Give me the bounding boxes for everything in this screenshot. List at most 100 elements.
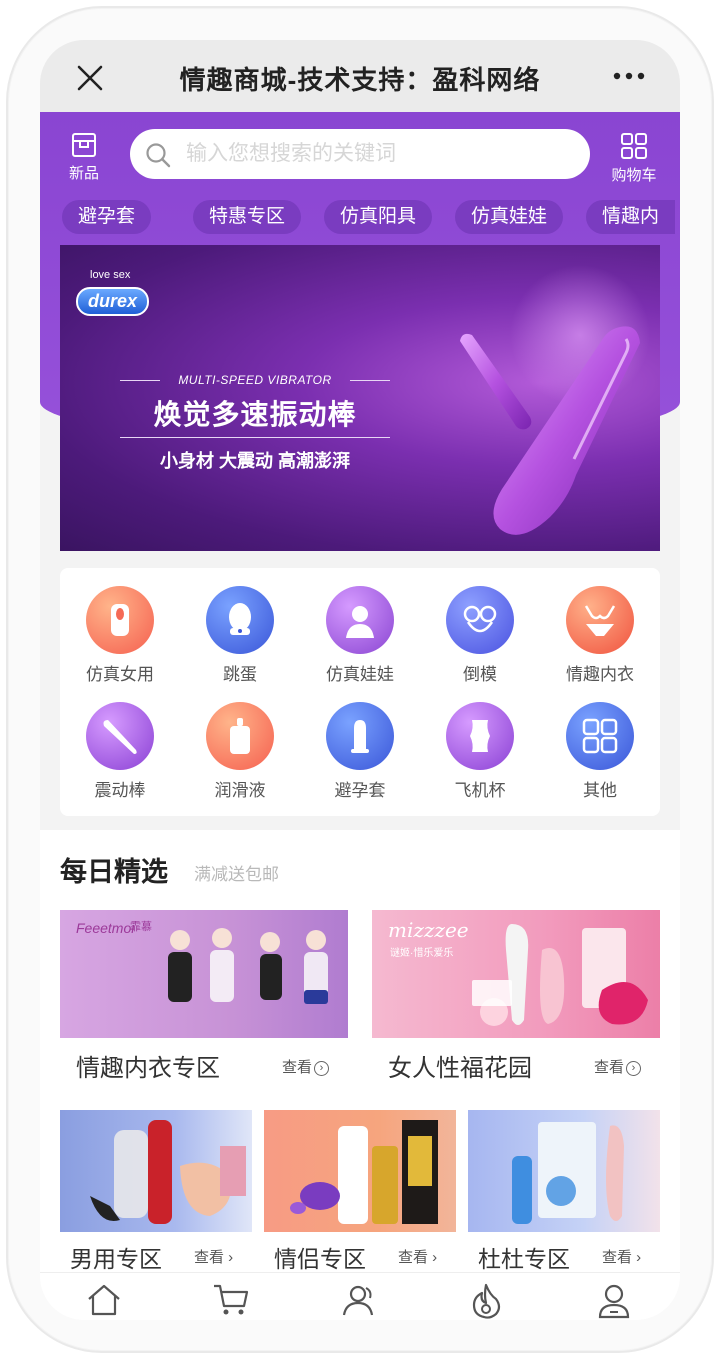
female-toy-icon [86, 586, 154, 654]
banner-headline: 焕觉多速振动棒 [153, 399, 357, 430]
bottom-tab-bar [40, 1272, 680, 1320]
chevron-right-icon: › [314, 1061, 330, 1076]
category-label: 情趣内衣 [566, 665, 634, 684]
promo-card-durex[interactable]: 杜杜专区 查看 › [468, 1110, 660, 1272]
lingerie-icon [566, 586, 634, 654]
cup-icon [446, 702, 514, 770]
category-label: 倒模 [463, 665, 497, 684]
card-title: 情侣专区 [274, 1246, 366, 1272]
condom-icon [326, 702, 394, 770]
card-logo: mizzzee [388, 918, 469, 942]
category-lubricant[interactable]: 润滑液 [180, 702, 300, 801]
chevron-right-icon: › [428, 1249, 438, 1266]
promo-card-couple[interactable]: 情侣专区 查看 › [264, 1110, 456, 1272]
category-lingerie[interactable]: 情趣内衣 [540, 586, 660, 685]
cart-icon[interactable] [212, 1283, 252, 1319]
promo-card-women[interactable]: mizzzee 谜姬·惜乐爱乐 女人性福花园 查看 › [372, 910, 660, 1090]
chip[interactable]: 仿真娃娃 [455, 200, 564, 234]
category-other[interactable]: 其他 [540, 702, 660, 801]
window-title: 情趣商城-技术支持：盈科网络 [179, 65, 541, 95]
category-chips: 避孕套 特惠专区 仿真阳具 仿真娃娃 情趣内 [40, 200, 680, 236]
grid-cart-icon [621, 133, 647, 159]
app-screen: 情趣商城-技术支持：盈科网络 新品 购物车 避孕套 特惠专区 仿真阳具 仿真娃娃… [40, 40, 680, 1320]
promo-card-men[interactable]: 男用专区 查看 › [60, 1110, 252, 1272]
chip[interactable]: 特惠专区 [193, 200, 302, 234]
view-link[interactable]: 查看 › [602, 1246, 641, 1267]
card-image: mizzzee 谜姬·惜乐爱乐 [372, 910, 660, 1038]
search-icon [146, 143, 171, 168]
products-image [472, 924, 648, 1026]
category-mold[interactable]: 倒模 [420, 586, 540, 685]
category-cup[interactable]: 飞机杯 [420, 702, 540, 801]
mold-icon [446, 586, 514, 654]
category-female-toy[interactable]: 仿真女用 [60, 586, 180, 685]
category-label: 震动棒 [94, 781, 146, 800]
products-image [512, 1122, 624, 1224]
products-image [290, 1120, 438, 1224]
card-image [264, 1110, 456, 1232]
card-title: 女人性福花园 [388, 1055, 532, 1082]
divider [120, 437, 390, 438]
profile-icon[interactable] [596, 1283, 636, 1319]
chip[interactable]: 情趣内 [586, 200, 676, 234]
section-subtitle: 满减送包邮 [194, 865, 279, 884]
category-label: 其他 [583, 781, 617, 800]
daily-picks: 每日精选 满减送包邮 Feeetmoi 霏慕 情趣内衣专区 查看 › mizzze… [40, 830, 680, 1320]
category-label: 润滑液 [214, 781, 266, 800]
view-label: 查看 [602, 1249, 633, 1266]
category-label: 避孕套 [334, 781, 386, 800]
title-bar: 情趣商城-技术支持：盈科网络 [40, 40, 680, 112]
more-icon[interactable] [612, 66, 646, 86]
view-label: 查看 [594, 1059, 625, 1076]
category-vibrator[interactable]: 震动棒 [60, 702, 180, 801]
card-title: 杜杜专区 [478, 1246, 570, 1272]
products-image [90, 1120, 246, 1224]
doll-icon [326, 586, 394, 654]
view-label: 查看 [194, 1249, 225, 1266]
banner-tagline: MULTI-SPEED VIBRATOR [178, 373, 332, 387]
lubricant-icon [206, 702, 274, 770]
view-label: 查看 [282, 1059, 313, 1076]
card-image [60, 1110, 252, 1232]
new-product-label: 新品 [68, 165, 99, 182]
chip[interactable]: 避孕套 [62, 200, 152, 234]
banner-subtitle: 小身材 大震动 高潮澎湃 [159, 451, 350, 471]
vibrator-icon [86, 702, 154, 770]
other-grid-icon [566, 702, 634, 770]
home-icon[interactable] [86, 1283, 126, 1319]
view-link[interactable]: 查看 › [194, 1246, 233, 1267]
category-label: 跳蛋 [223, 665, 257, 684]
section-title: 每日精选 [60, 857, 168, 887]
view-link[interactable]: 查看 › [282, 1056, 330, 1077]
new-product-icon [72, 133, 96, 157]
card-logo-cn: 谜姬·惜乐爱乐 [390, 948, 454, 959]
new-product-button[interactable]: 新品 [54, 132, 114, 183]
card-logo: Feeetmoi [76, 920, 135, 936]
view-label: 查看 [398, 1249, 429, 1266]
card-logo-cn: 霏慕 [130, 921, 152, 933]
promo-banner[interactable]: love sex durex MULTI-SPEED VIBRATOR 焕觉多速… [60, 245, 660, 551]
fire-icon[interactable] [468, 1283, 508, 1319]
view-link[interactable]: 查看 › [398, 1246, 437, 1267]
cart-button[interactable]: 购物车 [604, 132, 664, 185]
chevron-right-icon: › [632, 1249, 642, 1266]
card-image: Feeetmoi 霏慕 [60, 910, 348, 1038]
banner-brand-small: love sex [90, 269, 131, 281]
card-image [468, 1110, 660, 1232]
promo-card-lingerie[interactable]: Feeetmoi 霏慕 情趣内衣专区 查看 › [60, 910, 348, 1090]
category-doll[interactable]: 仿真娃娃 [300, 586, 420, 685]
category-label: 飞机杯 [454, 781, 506, 800]
chevron-right-icon: › [626, 1061, 642, 1076]
view-link[interactable]: 查看 › [594, 1056, 642, 1077]
card-title: 情趣内衣专区 [76, 1055, 220, 1082]
users-icon[interactable] [340, 1283, 380, 1319]
egg-icon [206, 586, 274, 654]
category-label: 仿真娃娃 [326, 665, 394, 684]
category-egg[interactable]: 跳蛋 [180, 586, 300, 685]
category-condom[interactable]: 避孕套 [300, 702, 420, 801]
vibrator-image [460, 265, 650, 535]
search-input[interactable] [186, 137, 566, 171]
chip[interactable]: 仿真阳具 [324, 200, 433, 234]
search-bar[interactable] [130, 129, 590, 179]
brand-logo: durex [76, 287, 150, 316]
